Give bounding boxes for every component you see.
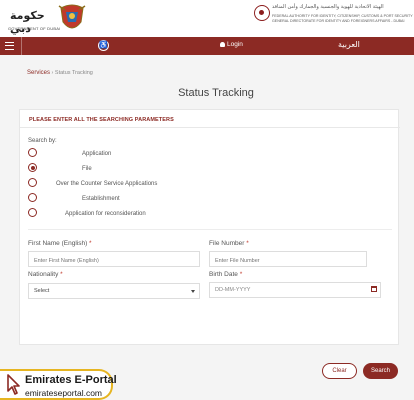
radio-file-label[interactable]: File (82, 166, 92, 172)
nationality-selected-value: Select (34, 288, 50, 294)
required-mark: * (239, 271, 243, 278)
gov-logo-arabic: حكومة دبي (10, 9, 45, 35)
gov-logo-english: GOVERNMENT OF DUBAI (8, 26, 61, 31)
first-name-label: First Name (English) * (28, 240, 92, 247)
language-toggle[interactable]: العربية (338, 40, 360, 49)
authority-arabic-name: الهيئة الاتحادية للهوية والجنسية والجمار… (272, 4, 384, 10)
login-link[interactable]: Login (220, 41, 243, 48)
watermark-url: emirateseportal.com (25, 388, 103, 398)
login-label: Login (227, 41, 243, 48)
authority-english-line-2: GENERAL DIRECTORATE FOR IDENTITY AND FOR… (272, 19, 405, 23)
section-heading: PLEASE ENTER ALL THE SEARCHING PARAMETER… (29, 117, 174, 123)
calendar-icon[interactable] (371, 286, 377, 292)
birth-date-input[interactable]: DD-MM-YYYY (209, 282, 381, 298)
authority-english-name: FEDERAL AUTHORITY FOR IDENTITY, CITIZENS… (272, 14, 413, 24)
cursor-icon (7, 374, 20, 395)
chevron-down-icon (191, 290, 195, 293)
page-title: Status Tracking (178, 87, 254, 99)
top-header: حكومة دبي GOVERNMENT OF DUBAI الهيئة الا… (0, 0, 414, 37)
search-by-label: Search by: (28, 138, 57, 144)
accessibility-icon[interactable]: ♿ (98, 40, 109, 51)
radio-establishment-label[interactable]: Establishment (82, 196, 120, 202)
breadcrumb: Services › Status Tracking (27, 70, 93, 76)
breadcrumb-services-link[interactable]: Services (27, 70, 50, 76)
breadcrumb-current: Status Tracking (54, 70, 93, 76)
dubai-emblem-icon (58, 4, 86, 29)
hamburger-menu-icon[interactable] (5, 42, 14, 50)
radio-over-the-counter-label[interactable]: Over the Counter Service Applications (56, 181, 157, 187)
first-name-input[interactable] (28, 251, 200, 267)
authority-seal-icon (254, 5, 270, 21)
file-number-label: File Number * (209, 240, 249, 247)
government-of-dubai-logo[interactable]: حكومة دبي GOVERNMENT OF DUBAI (8, 4, 60, 35)
nationality-select[interactable]: Select (28, 283, 200, 299)
birth-date-placeholder: DD-MM-YYYY (215, 287, 251, 293)
radio-application-label[interactable]: Application (82, 151, 111, 157)
federal-authority-logo[interactable]: الهيئة الاتحادية للهوية والجنسية والجمار… (254, 4, 413, 32)
radio-establishment[interactable] (28, 193, 37, 202)
radio-reconsideration-label[interactable]: Application for reconsideration (65, 211, 146, 217)
user-icon (220, 41, 225, 47)
file-number-input[interactable] (209, 251, 367, 267)
nationality-label-text: Nationality (28, 271, 59, 278)
radio-reconsideration[interactable] (28, 208, 37, 217)
clear-button[interactable]: Clear (322, 363, 357, 379)
section-divider (20, 127, 400, 128)
required-mark: * (89, 240, 92, 247)
breadcrumb-separator: › (51, 70, 54, 76)
emirates-eportal-watermark: Emirates E-Portal emirateseportal.com (0, 369, 117, 400)
first-name-label-text: First Name (English) (28, 240, 88, 247)
watermark-title: Emirates E-Portal (25, 374, 117, 386)
main-navbar: ♿ Login العربية (0, 37, 414, 55)
required-mark: * (60, 271, 63, 278)
radio-over-the-counter[interactable] (28, 178, 37, 187)
birth-date-label-text: Birth Date (209, 271, 238, 278)
required-mark: * (246, 240, 249, 247)
birth-date-label: Birth Date * (209, 271, 242, 278)
search-button[interactable]: Search (363, 363, 398, 379)
nationality-label: Nationality * (28, 271, 63, 278)
search-form-card: PLEASE ENTER ALL THE SEARCHING PARAMETER… (19, 109, 400, 345)
radio-application[interactable] (28, 148, 37, 157)
file-number-label-text: File Number (209, 240, 245, 247)
radio-file[interactable] (28, 163, 37, 172)
nav-divider (21, 37, 22, 55)
options-divider (28, 229, 392, 230)
